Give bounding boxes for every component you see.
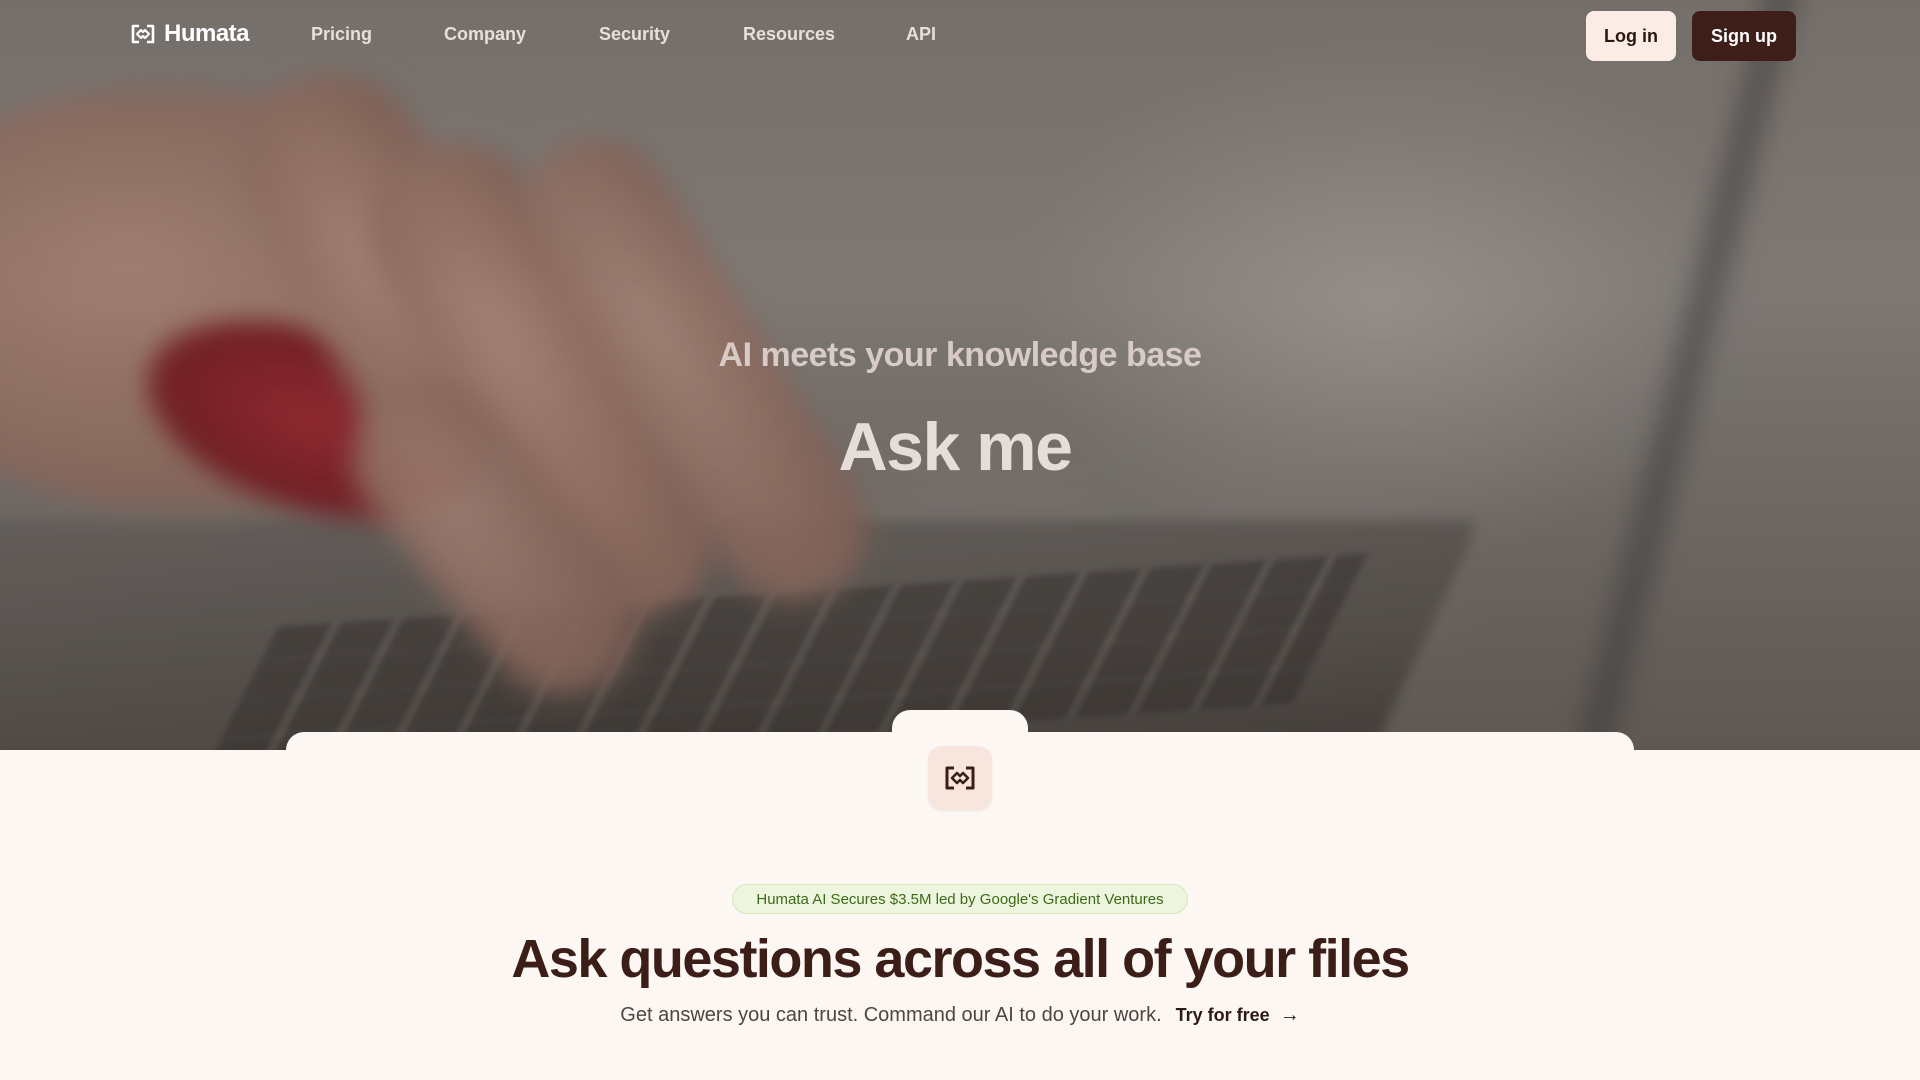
signup-button[interactable]: Sign up (1692, 11, 1796, 61)
funding-announcement-badge[interactable]: Humata AI Secures $3.5M led by Google's … (732, 884, 1188, 914)
humata-logo-icon (945, 766, 975, 790)
nav-link-company[interactable]: Company (444, 24, 526, 45)
hero-subtitle: AI meets your knowledge base (718, 336, 1202, 374)
top-navigation: Humata Pricing Company Security Resource… (0, 0, 1920, 72)
section-heading: Ask questions across all of your files (511, 929, 1410, 989)
arrow-right-icon: → (1279, 1004, 1300, 1026)
humata-logo-icon (131, 24, 155, 44)
login-button[interactable]: Log in (1586, 11, 1676, 61)
nav-link-security[interactable]: Security (599, 24, 670, 45)
tagline-text: Get answers you can trust. Command our A… (620, 1004, 1162, 1026)
humata-icon-tile (928, 746, 992, 810)
brand-logo[interactable]: Humata (130, 18, 250, 50)
hero-background-image (0, 0, 1920, 750)
nav-link-api[interactable]: API (906, 24, 936, 45)
tagline-row: Get answers you can trust. Command our A… (0, 1004, 1920, 1027)
hero-overlay (0, 0, 1920, 750)
hero-title: Ask me (838, 409, 1073, 485)
try-for-free-label: Try for free (1175, 1005, 1270, 1025)
brand-name: Humata (164, 20, 250, 47)
nav-link-pricing[interactable]: Pricing (311, 24, 372, 45)
nav-link-resources[interactable]: Resources (743, 24, 835, 45)
try-for-free-link[interactable]: Try for free → (1176, 1004, 1300, 1027)
